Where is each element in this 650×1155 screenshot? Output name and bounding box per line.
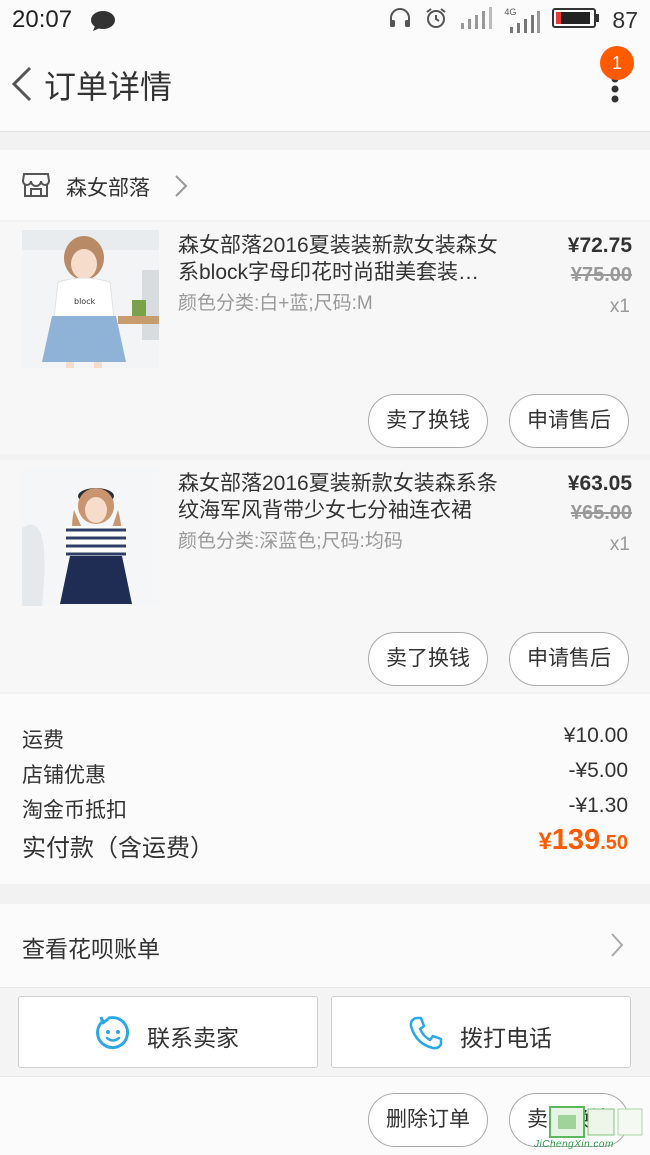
total-label: 实付款（含运费） [22, 835, 214, 862]
summary-value: ¥10.00 [563, 724, 628, 747]
battery-level: 87 [612, 6, 638, 33]
summary-value: -¥5.00 [568, 759, 628, 782]
product-title[interactable]: 森女部落2016夏装装新款女装森女系block字母印花时尚甜美套装… [178, 232, 508, 286]
sell-for-cash-button[interactable]: 卖了换钱 [368, 394, 488, 448]
total-paid-row: 实付款（含运费） ¥139.50 [22, 824, 628, 864]
product-title[interactable]: 森女部落2016夏装新款女装森系条纹海军风背带少女七分袖连衣裙 [178, 470, 508, 524]
total-amount: ¥139.50 [538, 824, 628, 857]
product-original-price: ¥65.00 [570, 502, 632, 524]
summary-value: -¥1.30 [568, 794, 628, 817]
product-image[interactable] [22, 468, 159, 606]
signal-icon [460, 6, 493, 34]
product-quantity: x1 [609, 296, 630, 317]
nav-bar: 订单详情 1 [0, 40, 650, 132]
bottom-action-bar: 删除订单 卖了换钱 JiChengXin.com [0, 1076, 650, 1155]
store-icon [21, 172, 51, 203]
chat-bubble-icon [90, 10, 116, 37]
total-integer: 139 [551, 824, 601, 856]
product-price: ¥63.05 [567, 472, 632, 495]
status-bar: 20:07 4G 87 [0, 0, 650, 40]
contact-seller-button[interactable]: 联系卖家 [18, 996, 318, 1068]
svg-text:block: block [74, 297, 96, 306]
shop-discount-row: 店铺优惠 -¥5.00 [22, 759, 628, 789]
contact-seller-label: 联系卖家 [147, 1025, 239, 1051]
after-sales-button[interactable]: 申请售后 [509, 632, 629, 686]
contact-bar: 联系卖家 拨打电话 [0, 988, 650, 1076]
headphones-icon [388, 6, 412, 35]
shipping-fee-row: 运费 ¥10.00 [22, 724, 628, 754]
product-image[interactable]: block [22, 230, 159, 368]
summary-label: 运费 [22, 729, 64, 752]
back-button[interactable] [8, 64, 38, 104]
delete-order-button[interactable]: 删除订单 [368, 1093, 488, 1147]
summary-label: 淘金币抵扣 [22, 799, 127, 822]
watermark-logo: JiChengXin.com [528, 1103, 646, 1151]
huabei-label: 查看花呗账单 [22, 936, 160, 962]
product-sku: 颜色分类:白+蓝;尺码:M [178, 293, 373, 314]
product-price: ¥72.75 [567, 234, 632, 257]
chat-face-icon [95, 1015, 131, 1056]
page-title: 订单详情 [44, 69, 173, 105]
notification-badge: 1 [600, 46, 634, 80]
chevron-right-icon [174, 174, 188, 203]
chevron-right-icon [610, 932, 624, 963]
total-decimal: .50 [600, 832, 628, 854]
order-item[interactable]: 森女部落2016夏装新款女装森系条纹海军风背带少女七分袖连衣裙 颜色分类:深蓝色… [0, 460, 650, 692]
order-item[interactable]: block 森女部落2016夏装装新款女装森女系block字母印花时尚甜美套装…… [0, 222, 650, 454]
phone-icon [408, 1015, 444, 1056]
shop-name: 森女部落 [66, 177, 150, 200]
watermark-text: JiChengXin.com [534, 1139, 614, 1150]
call-phone-label: 拨打电话 [460, 1025, 552, 1051]
call-phone-button[interactable]: 拨打电话 [331, 996, 631, 1068]
total-currency: ¥ [538, 828, 552, 855]
sell-for-cash-button[interactable]: 卖了换钱 [368, 632, 488, 686]
status-time: 20:07 [12, 6, 73, 33]
alarm-icon [424, 6, 448, 35]
battery-icon [552, 7, 600, 34]
signal-4g-icon: 4G [504, 7, 541, 33]
product-sku: 颜色分类:深蓝色;尺码:均码 [178, 531, 403, 552]
product-original-price: ¥75.00 [570, 264, 632, 286]
huabei-bill-row[interactable]: 查看花呗账单 [0, 904, 650, 988]
after-sales-button[interactable]: 申请售后 [509, 394, 629, 448]
summary-label: 店铺优惠 [22, 764, 106, 787]
shop-row[interactable]: 森女部落 [0, 150, 650, 220]
payment-summary: 运费 ¥10.00 店铺优惠 -¥5.00 淘金币抵扣 -¥1.30 实付款（含… [0, 694, 650, 884]
coin-deduction-row: 淘金币抵扣 -¥1.30 [22, 794, 628, 824]
product-quantity: x1 [609, 534, 630, 555]
